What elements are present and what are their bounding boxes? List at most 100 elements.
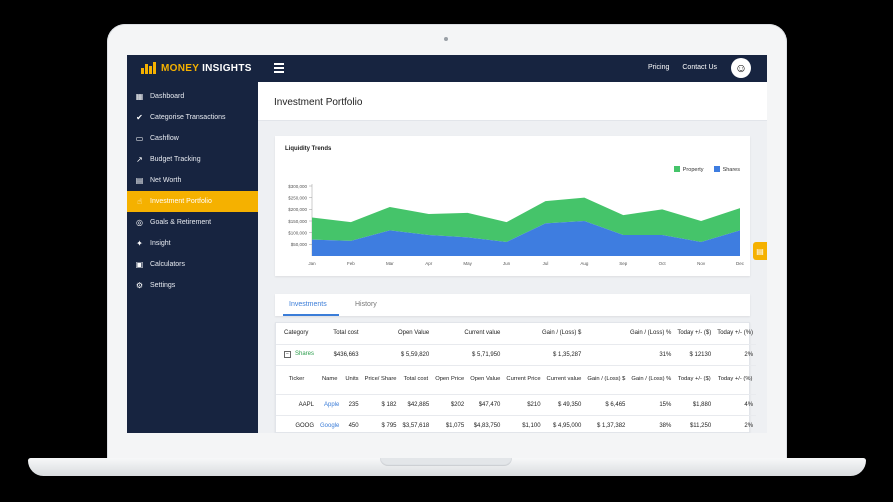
sidebar-item-categorise-transactions[interactable]: ✔ Categorise Transactions (127, 107, 258, 128)
table-cell: 450 (348, 422, 359, 429)
sidebar-item-dashboard[interactable]: ▦ Dashboard (127, 86, 258, 107)
table-cell: 235 (348, 401, 359, 408)
table-row[interactable]: AAPL Apple 235 $ 182 $42,885 $202 $47,47… (276, 394, 757, 415)
col-header: Gain / (Loss) % (629, 330, 672, 337)
y-tick-label: $200,000 (288, 207, 307, 212)
bulb-icon: ✦ (136, 239, 143, 248)
col-header: Gain / (Loss) % (631, 375, 672, 382)
x-tick-label: Feb (347, 261, 355, 266)
x-tick-label: May (463, 261, 472, 266)
table-cell: 15% (659, 401, 672, 408)
portfolio-tabs: Investments History (275, 294, 750, 316)
table-cell: $ 1,37,382 (597, 422, 626, 429)
table-header-row: Category Total cost Open Value Current v… (276, 323, 757, 344)
table-cell: $4,83,750 (473, 422, 501, 429)
brand-name: MONEY INSIGHTS (161, 62, 252, 74)
page-title: Investment Portfolio (274, 97, 363, 108)
tab-investments[interactable]: Investments (289, 301, 327, 308)
investments-table: Category Total cost Open Value Current v… (276, 323, 757, 433)
x-tick-label: Nov (697, 261, 706, 266)
col-header: Today +/- (%) (717, 330, 754, 337)
y-tick-label: $150,000 (288, 219, 307, 224)
stock-name-link[interactable]: Google (317, 415, 342, 433)
col-header: Today +/- (%) (717, 375, 753, 382)
sidebar-item-net-worth[interactable]: ▤ Net Worth (127, 170, 258, 191)
sidebar-item-settings[interactable]: ⚙ Settings (127, 275, 258, 296)
col-header: Total cost (403, 375, 429, 382)
table-cell: 4% (744, 401, 754, 408)
category-name: Shares (295, 351, 315, 357)
category-row[interactable]: − Shares $436,663 $ 5,59,820 $ 5,71,950 $… (276, 344, 757, 365)
sidebar-item-calculators[interactable]: ▣ Calculators (127, 254, 258, 275)
table-cell: $11,250 (689, 422, 712, 429)
holdings-header-row: Ticker Name Units Price/ Share Total cos… (276, 365, 757, 394)
target-icon: ◎ (136, 218, 143, 227)
calendar-icon: ▤ (135, 176, 144, 185)
col-header: Current Price (506, 375, 541, 382)
table-cell: $ 5,71,950 (472, 351, 501, 358)
table-cell: $210 (527, 401, 541, 408)
x-tick-label: Mar (386, 261, 394, 266)
x-tick-label: Jul (543, 261, 549, 266)
x-tick-label: Dec (736, 261, 745, 266)
stock-name-link[interactable]: Apple (317, 394, 342, 415)
sidebar-item-budget-tracking[interactable]: ↗ Budget Tracking (127, 149, 258, 170)
x-tick-label: Apr (425, 261, 433, 266)
webcam (444, 37, 448, 41)
col-header: Category (284, 330, 309, 337)
sidebar-item-investment-portfolio[interactable]: ☝ Investment Portfolio (127, 191, 258, 212)
table-cell: $436,663 (333, 351, 359, 358)
sidebar-item-insight[interactable]: ✦ Insight (127, 233, 258, 254)
table-cell: $ 1,35,287 (553, 351, 582, 358)
gear-icon: ⚙ (135, 281, 144, 290)
table-cell: $ 182 (381, 401, 397, 408)
collapse-icon[interactable]: − (284, 351, 291, 358)
liquidity-area-chart: $300,000 $250,000 $200,000 $150,000 $100,000… (288, 184, 745, 266)
table-cell: 38% (659, 422, 672, 429)
nav-link-pricing[interactable]: Pricing (648, 64, 669, 71)
col-header: Current value (546, 375, 582, 382)
hamburger-icon[interactable] (274, 63, 284, 73)
side-drawer-tab-icon[interactable]: ▤ (753, 242, 767, 260)
sidebar-item-goals-retirement[interactable]: ◎ Goals & Retirement (127, 212, 258, 233)
table-cell: $ 4,95,000 (553, 422, 582, 429)
col-header: Gain / (Loss) $ (542, 330, 582, 337)
table-cell: $1,880 (692, 401, 712, 408)
x-tick-label: Jun (503, 261, 511, 266)
table-cell: GOOG (295, 422, 315, 429)
table-cell: AAPL (298, 401, 315, 408)
liquidity-chart-card: Liquidity Trends Property Shares $300,00… (275, 136, 750, 276)
app-screen: MONEY INSIGHTS Pricing Contact Us ☺ ▦ Das… (127, 55, 767, 433)
col-header: Open Price (435, 375, 465, 382)
col-header: Today +/- ($) (677, 375, 711, 382)
nav-link-contact[interactable]: Contact Us (682, 64, 717, 71)
top-nav-links: Pricing Contact Us (648, 64, 717, 71)
investments-table-card: Category Total cost Open Value Current v… (275, 322, 757, 433)
card-icon: ▭ (135, 134, 144, 143)
table-cell: 31% (659, 351, 672, 358)
brand-logo[interactable]: MONEY INSIGHTS (141, 62, 252, 74)
y-tick-label: $50,000 (291, 242, 308, 247)
table-cell: $1,075 (445, 422, 465, 429)
hand-icon: ☝ (137, 197, 142, 206)
check-circle-icon: ✔ (136, 113, 143, 122)
logo-bars-icon (141, 62, 156, 74)
col-header: Gain / (Loss) $ (587, 375, 626, 382)
y-tick-label: $300,000 (288, 184, 307, 189)
table-row[interactable]: GOOG Google 450 $ 795 $3,57,618 $1,075 $… (276, 415, 756, 433)
page-header: Investment Portfolio (258, 82, 767, 121)
active-tab-indicator (283, 314, 339, 316)
table-cell: $47,470 (478, 401, 501, 408)
x-tick-label: Oct (659, 261, 667, 266)
tab-history[interactable]: History (355, 301, 377, 308)
col-header: Current value (464, 330, 501, 337)
sidebar-item-cashflow[interactable]: ▭ Cashflow (127, 128, 258, 149)
col-header: Name (321, 375, 338, 382)
avatar[interactable]: ☺ (731, 58, 751, 78)
table-cell: $1,100 (522, 422, 541, 429)
table-cell: $ 49,350 (558, 401, 582, 408)
table-cell: $ 12130 (689, 351, 712, 358)
x-tick-label: Jan (308, 261, 316, 266)
table-cell: $3,57,618 (402, 422, 430, 429)
laptop-notch (380, 458, 512, 466)
